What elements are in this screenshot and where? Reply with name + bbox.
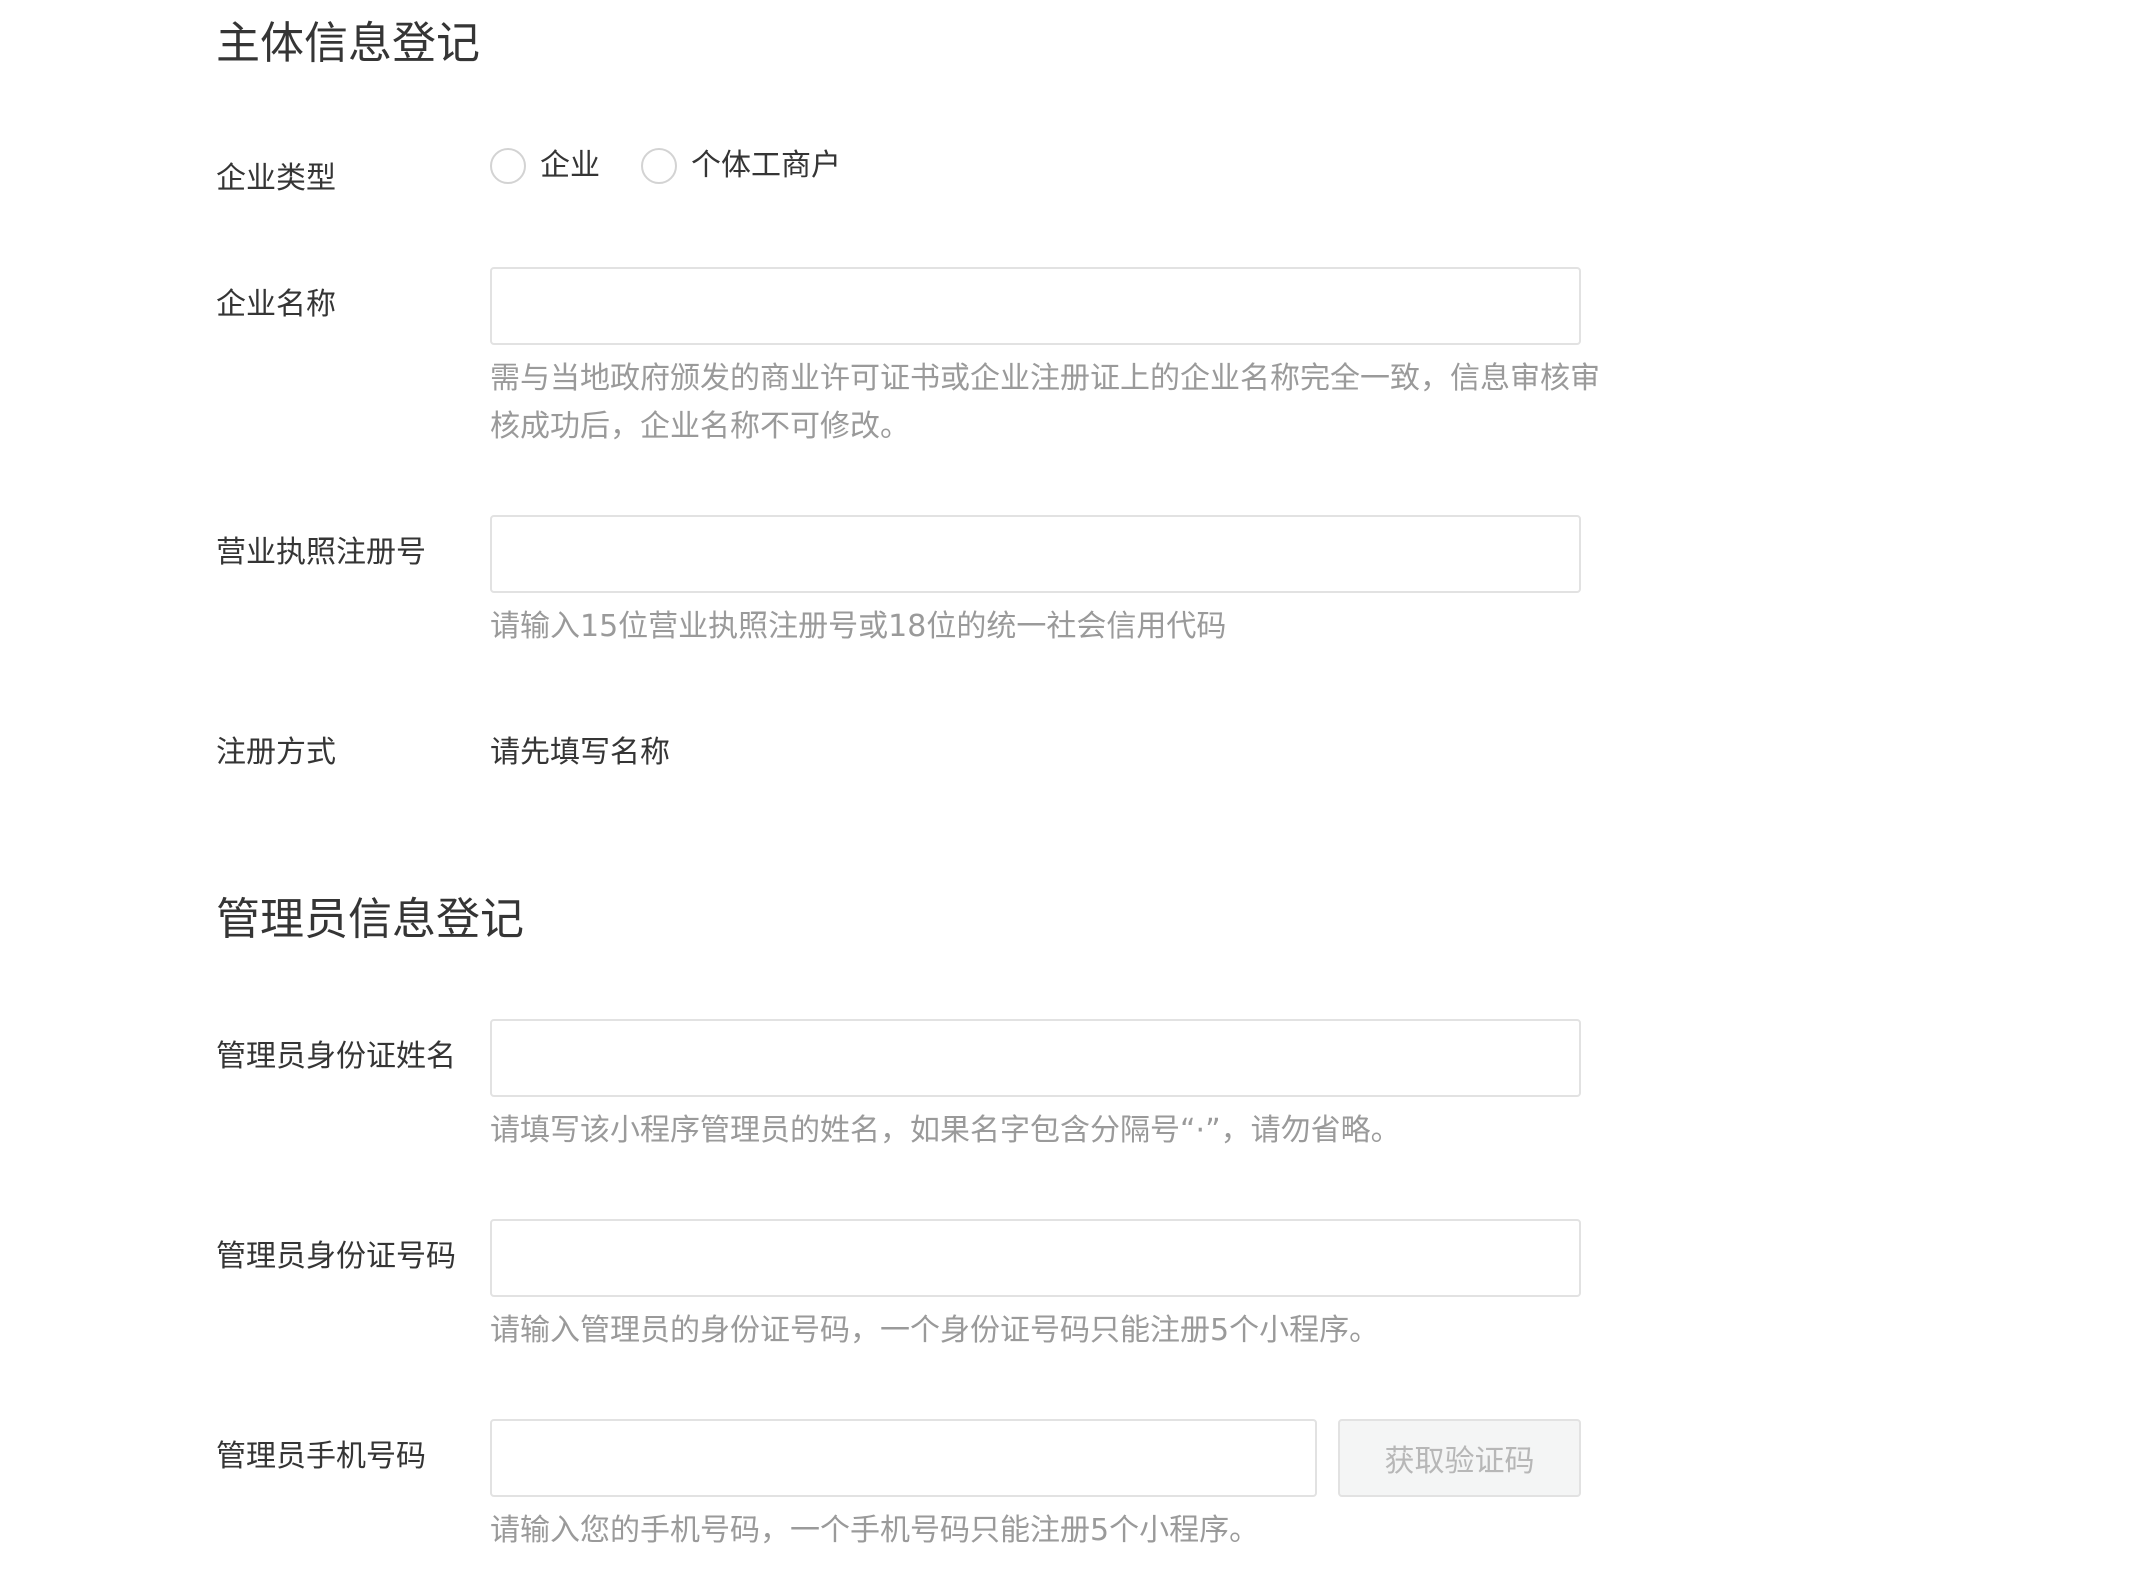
admin-id-number-hint: 请输入管理员的身份证号码，一个身份证号码只能注册5个小程序。 [490, 1313, 1380, 1348]
radio-individual-business-label: 个体工商户 [691, 148, 841, 183]
admin-section-title: 管理员信息登记 [216, 894, 524, 945]
admin-id-number-label: 管理员身份证号码 [216, 1239, 456, 1274]
company-type-label: 企业类型 [216, 161, 336, 196]
registration-method-label: 注册方式 [216, 735, 336, 770]
admin-id-name-hint: 请填写该小程序管理员的姓名，如果名字包含分隔号“·”，请勿省略。 [490, 1113, 1401, 1148]
get-verification-code-button[interactable]: 获取验证码 [1338, 1419, 1581, 1497]
company-name-hint: 需与当地政府颁发的商业许可证书或企业注册证上的企业名称完全一致，信息审核审核成功… [490, 361, 1600, 444]
radio-circle-icon[interactable] [641, 148, 677, 184]
admin-id-name-label: 管理员身份证姓名 [216, 1039, 456, 1074]
company-name-label: 企业名称 [216, 287, 336, 322]
license-number-label: 营业执照注册号 [216, 535, 426, 570]
admin-phone-hint: 请输入您的手机号码，一个手机号码只能注册5个小程序。 [490, 1513, 1260, 1548]
admin-id-name-input[interactable] [490, 1019, 1581, 1097]
admin-id-number-input[interactable] [490, 1219, 1581, 1297]
entity-section-title: 主体信息登记 [216, 18, 480, 69]
admin-phone-input[interactable] [490, 1419, 1317, 1497]
radio-company-label: 企业 [540, 148, 600, 183]
company-name-input[interactable] [490, 267, 1581, 345]
license-number-input[interactable] [490, 515, 1581, 593]
admin-phone-label: 管理员手机号码 [216, 1439, 426, 1474]
radio-company[interactable]: 企业 [490, 148, 600, 184]
registration-method-value: 请先填写名称 [490, 735, 670, 770]
license-number-hint: 请输入15位营业执照注册号或18位的统一社会信用代码 [490, 609, 1227, 644]
radio-circle-icon[interactable] [490, 148, 526, 184]
radio-individual-business[interactable]: 个体工商户 [641, 148, 841, 184]
